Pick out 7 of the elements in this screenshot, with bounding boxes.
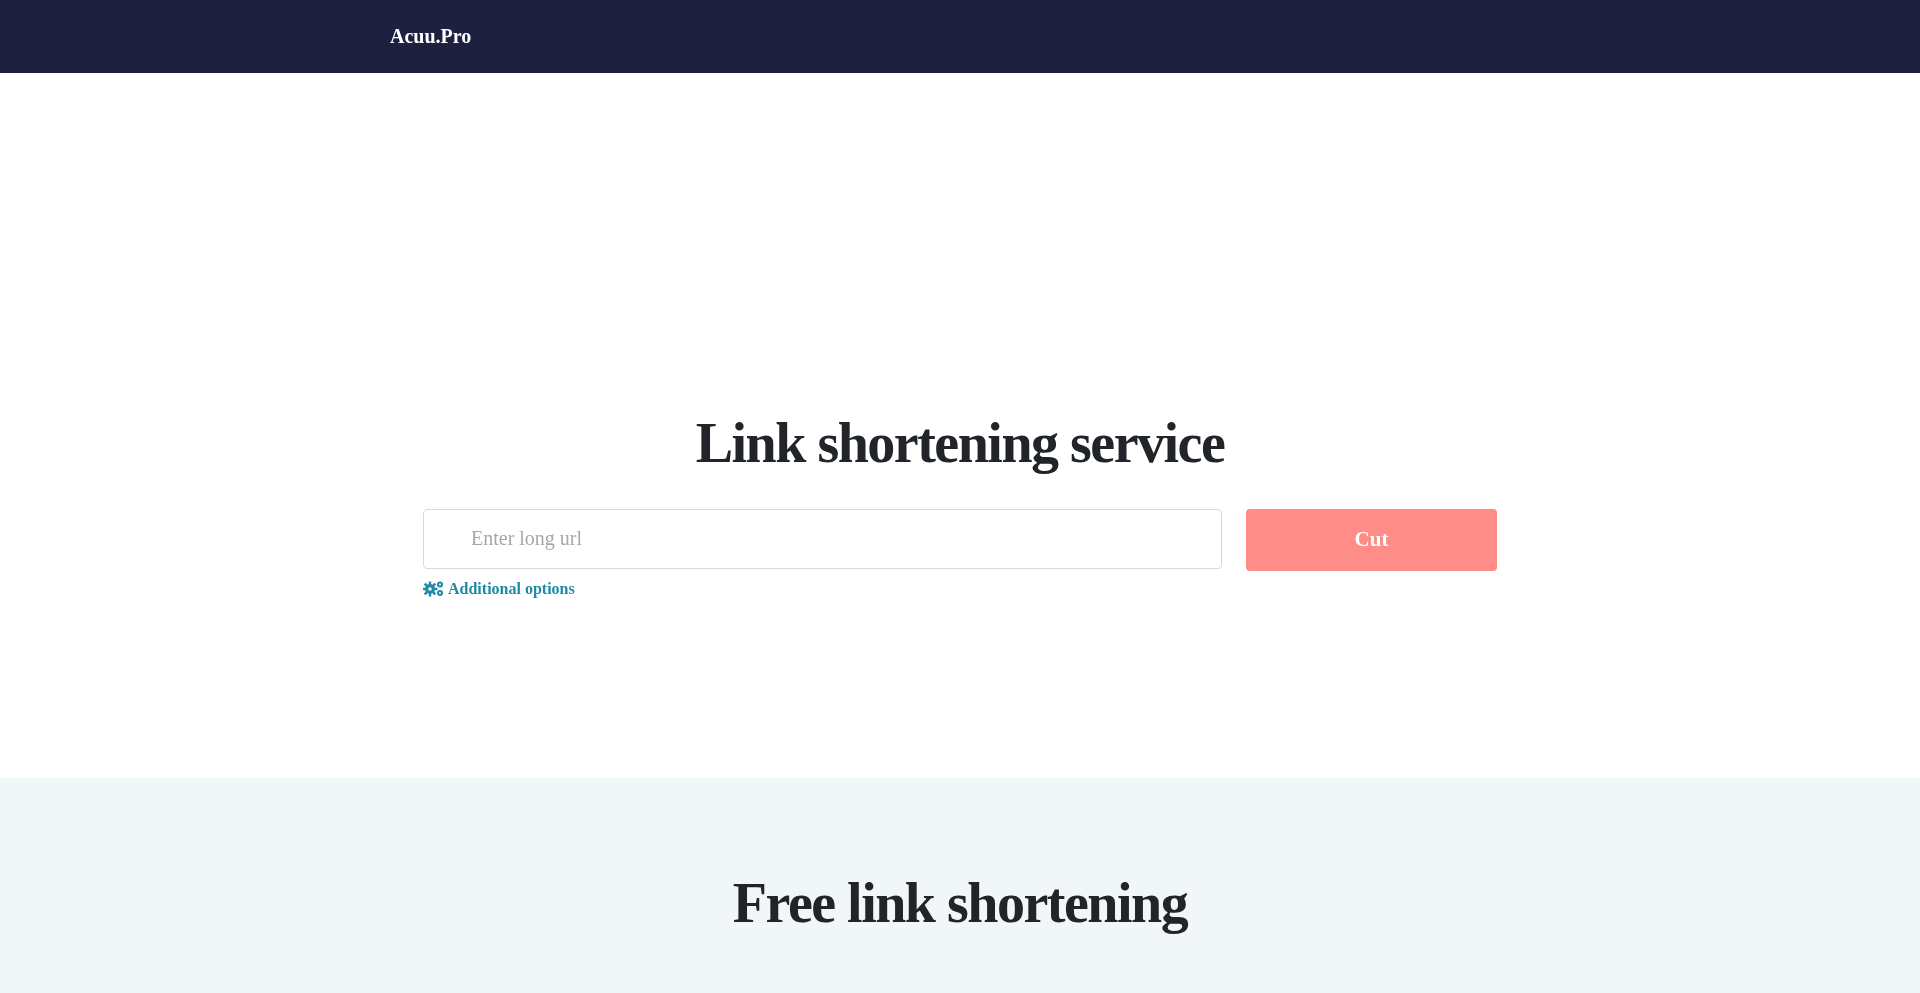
logo[interactable]: Acuu.Pro — [390, 25, 472, 48]
gears-icon — [423, 580, 445, 598]
url-field[interactable]: Enter long url — [423, 508, 1222, 569]
cut-button[interactable]: Cut — [1246, 508, 1497, 571]
section-title: Free link shortening — [732, 873, 1188, 936]
options-link[interactable]: Additional options — [423, 579, 575, 598]
page-title: Link shortening service — [695, 413, 1225, 475]
